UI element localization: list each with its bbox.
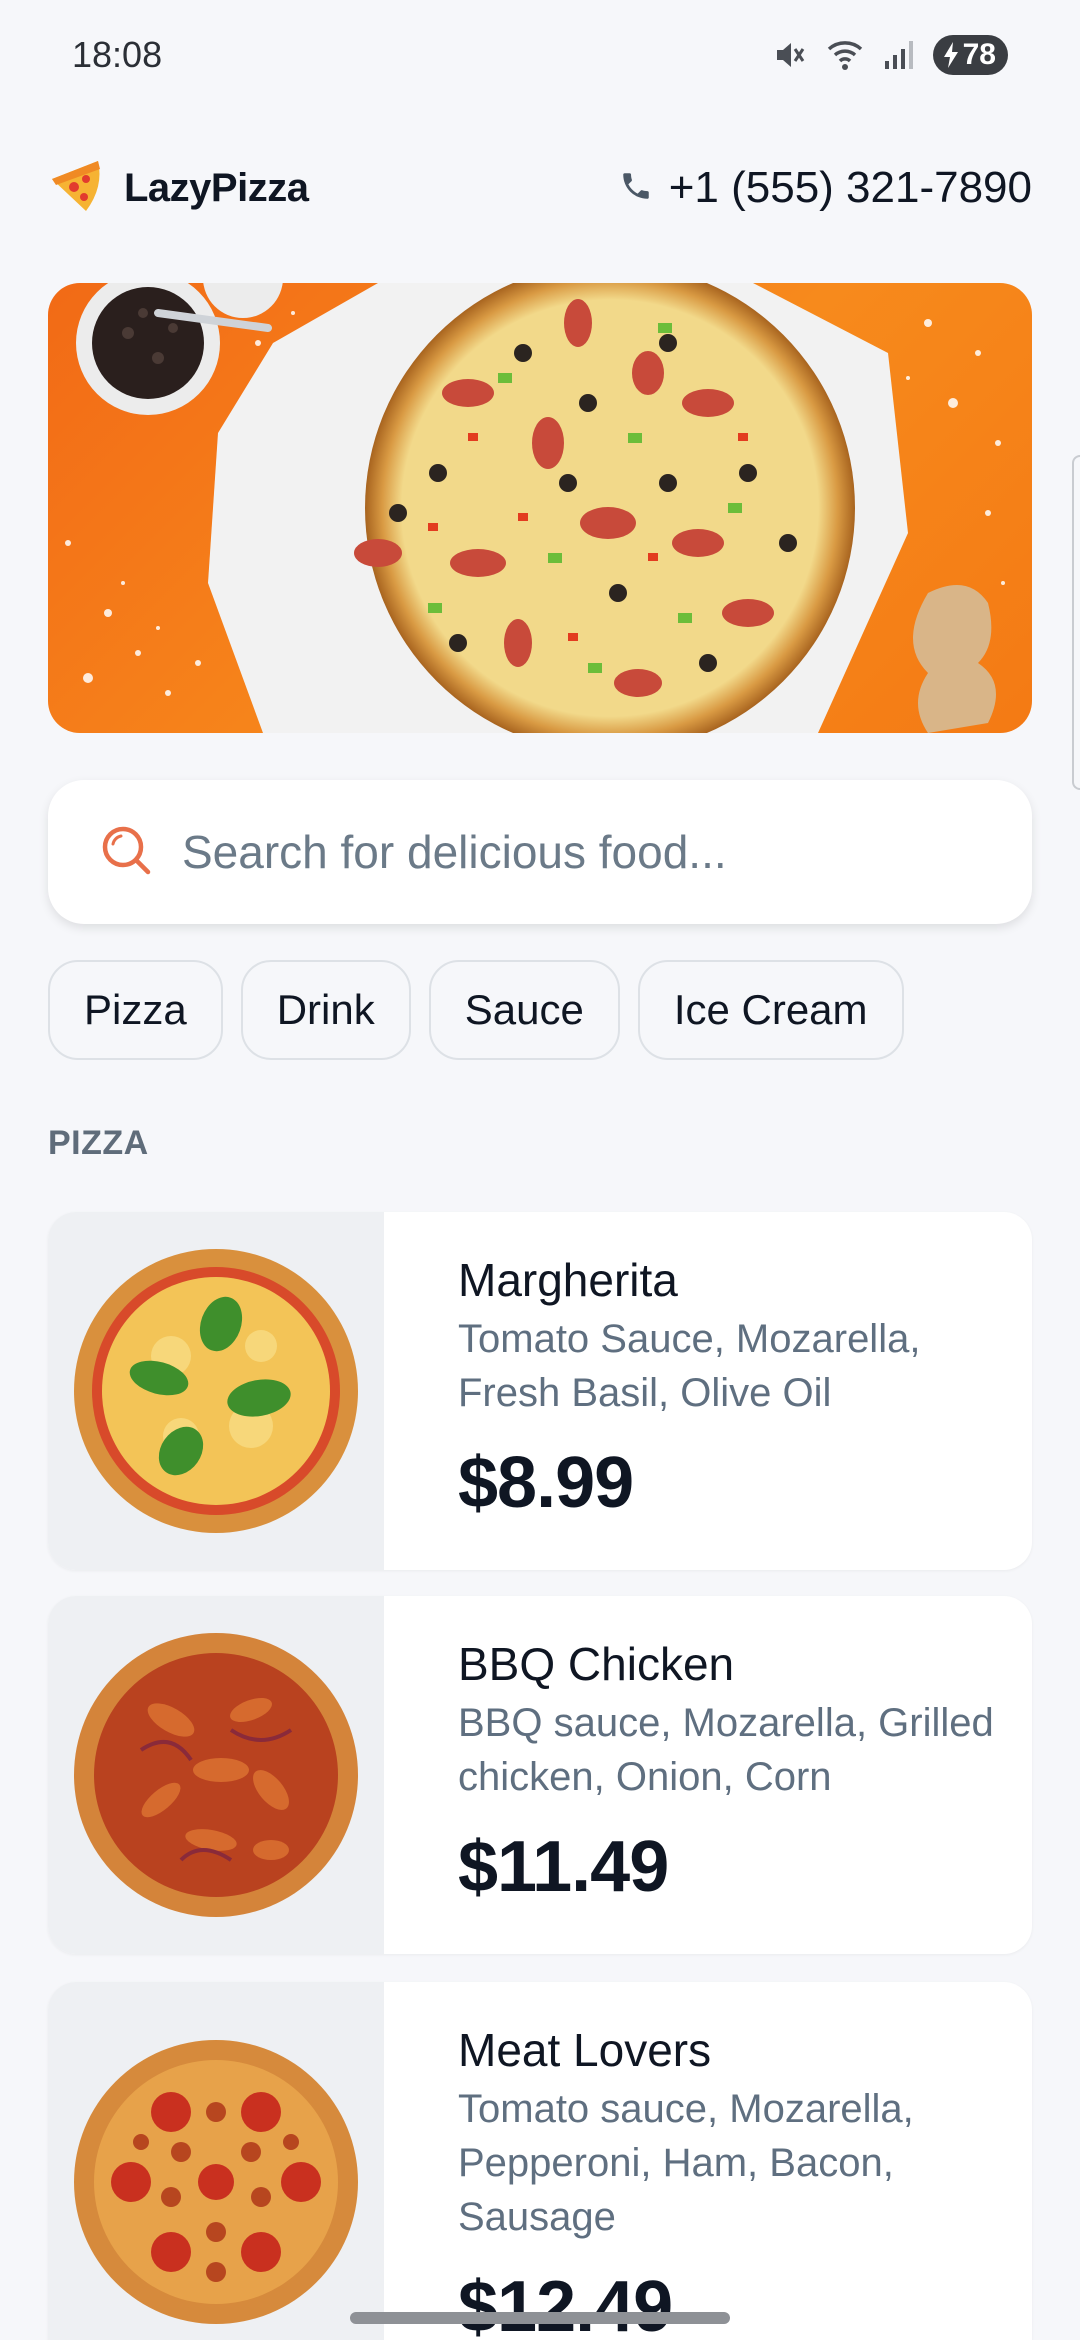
status-icons: 78 [771, 35, 1008, 75]
product-card[interactable]: BBQ Chicken BBQ sauce, Mozarella, Grille… [48, 1596, 1032, 1954]
product-card[interactable]: Margherita Tomato Sauce, Mozarella, Fres… [48, 1212, 1032, 1570]
home-indicator[interactable] [350, 2312, 730, 2324]
chip-ice-cream[interactable]: Ice Cream [637, 960, 904, 1060]
brand[interactable]: LazyPizza [48, 157, 309, 220]
product-price: $11.49 [458, 1827, 669, 1907]
product-thumbnail [48, 1212, 384, 1570]
bbq-chicken-pizza-image [74, 1633, 358, 1917]
product-thumbnail [48, 1596, 384, 1954]
product-info: BBQ Chicken BBQ sauce, Mozarella, Grille… [458, 1636, 1018, 1908]
app-screen: 18:08 78 LazyPizza +1 (555) 321-7890 Sea… [0, 0, 1080, 2340]
battery-level: 78 [962, 38, 996, 71]
search-bar[interactable] [48, 780, 1032, 924]
margherita-pizza-image [74, 1249, 358, 1533]
product-description: BBQ sauce, Mozarella, Grilled chicken, O… [458, 1701, 994, 1799]
product-thumbnail [48, 1982, 384, 2340]
edge-panel-handle[interactable] [1072, 455, 1080, 790]
pizza-slice-icon [48, 157, 106, 220]
category-chips: Pizza Drink Sauce Ice Cream [48, 960, 904, 1060]
chip-sauce[interactable]: Sauce [428, 960, 620, 1060]
search-input[interactable] [182, 825, 982, 879]
product-price: $12.49 [458, 2267, 673, 2340]
mute-icon [771, 37, 807, 73]
hero-banner [48, 283, 1032, 733]
product-info: Margherita Tomato Sauce, Mozarella, Fres… [458, 1252, 1018, 1524]
phone-link[interactable]: +1 (555) 321-7890 [619, 163, 1032, 213]
battery-indicator: 78 [932, 35, 1008, 75]
product-description: Tomato sauce, Mozarella, Pepperoni, Ham,… [458, 2087, 914, 2239]
app-header: LazyPizza +1 (555) 321-7890 [48, 148, 1032, 228]
search-icon [98, 822, 154, 883]
status-bar: 18:08 78 [0, 0, 1080, 110]
product-name: BBQ Chicken [458, 1638, 735, 1690]
product-description: Tomato Sauce, Mozarella, Fresh Basil, Ol… [458, 1317, 921, 1415]
wifi-icon [825, 37, 865, 73]
status-time: 18:08 [72, 34, 163, 75]
battery-charging-icon [943, 42, 958, 68]
product-name: Margherita [458, 1254, 678, 1306]
pizza-banner-image [65, 283, 1005, 733]
chip-drink[interactable]: Drink [240, 960, 411, 1060]
chip-pizza[interactable]: Pizza [48, 960, 223, 1060]
product-name: Meat Lovers [458, 2024, 712, 2076]
signal-icon [883, 39, 915, 71]
product-card[interactable]: Meat Lovers Tomato sauce, Mozarella, Pep… [48, 1982, 1032, 2340]
meat-lovers-pizza-image [74, 2040, 358, 2324]
brand-name: LazyPizza [124, 165, 309, 210]
product-price: $8.99 [458, 1443, 634, 1523]
phone-number: +1 (555) 321-7890 [668, 163, 1032, 212]
section-title: PIZZA [48, 1124, 149, 1162]
phone-icon [619, 169, 653, 208]
product-info: Meat Lovers Tomato sauce, Mozarella, Pep… [458, 2022, 1018, 2340]
